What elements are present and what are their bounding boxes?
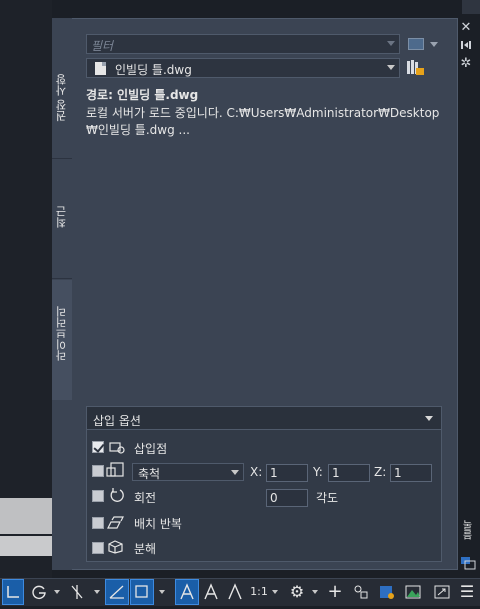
tab-recent[interactable]: 최근: [52, 160, 73, 279]
repeat-placement-label: 배치 반복: [134, 517, 182, 531]
tab-recommendations[interactable]: 권장 사항: [52, 42, 73, 159]
filter-placeholder: 필터: [91, 39, 114, 53]
explode-label: 분해: [134, 542, 157, 556]
rotation-angle-input[interactable]: 0: [266, 489, 308, 507]
scale-value[interactable]: 1:1: [248, 580, 270, 604]
clean-screen-button[interactable]: [432, 580, 452, 604]
rotate-icon: [110, 488, 124, 502]
chevron-down-icon[interactable]: [159, 590, 165, 594]
drawing-area[interactable]: [0, 0, 52, 578]
scale-select-value: 축척: [138, 467, 161, 481]
plus-icon: +: [327, 581, 343, 602]
insert-options-title: 삽입 옵션: [93, 414, 141, 428]
insertion-point-icon: [109, 442, 125, 454]
rotation-label: 회전: [134, 491, 157, 505]
auto-scale-icon: [204, 583, 218, 600]
scale-select[interactable]: 축척: [132, 463, 244, 481]
autohide-icon[interactable]: [460, 40, 472, 50]
angle-label: 각도: [316, 491, 339, 505]
polar-icon: [32, 585, 46, 599]
polar-tracking-button[interactable]: [28, 580, 50, 604]
repeat-placement-icon: [107, 516, 124, 529]
scale-z-label: Z:: [374, 465, 387, 479]
isolate-icon: [354, 585, 368, 599]
rail-top-block: [462, 0, 480, 14]
file-path-label: 경로: 인빌딩 틀.dwg: [86, 88, 199, 102]
workspace-switch-button[interactable]: ⚙: [286, 580, 308, 604]
filter-input[interactable]: 필터: [86, 34, 400, 54]
chevron-down-icon[interactable]: [387, 65, 395, 70]
hamburger-icon: ☰: [459, 582, 475, 601]
object-snap-icon: [135, 585, 148, 598]
chevron-down-icon[interactable]: [430, 42, 438, 47]
close-icon[interactable]: ✕: [459, 20, 473, 35]
annotation-visibility-button[interactable]: [175, 579, 199, 605]
palette-title-bar[interactable]: [458, 18, 480, 570]
thumbnail-view-icon[interactable]: [408, 38, 424, 50]
ortho-l-icon: [7, 586, 19, 598]
isodraft-icon: [71, 585, 83, 599]
hardware-icon: [380, 586, 394, 599]
object-snap-tracking-button[interactable]: [105, 579, 129, 605]
scale-z-input[interactable]: 1: [390, 464, 432, 482]
fullscreen-icon: [434, 585, 450, 599]
chevron-down-icon[interactable]: [425, 416, 433, 421]
chevron-down-icon[interactable]: [54, 590, 60, 594]
insertion-point-label: 삽입점: [134, 442, 168, 456]
snap-tracking-icon: [109, 585, 124, 599]
explode-checkbox[interactable]: [92, 542, 104, 554]
palette-tabs: 권장 사항 최근 라이브러리: [52, 18, 73, 570]
insert-options-header[interactable]: 삽입 옵션: [86, 406, 442, 430]
graphics-performance-button[interactable]: [402, 580, 424, 604]
scale-icon: [106, 462, 124, 477]
annotation-icon: [228, 583, 242, 600]
chevron-down-icon[interactable]: [272, 590, 278, 594]
image-icon: [405, 585, 421, 599]
annotation-scale-button[interactable]: [224, 580, 246, 604]
document-icon: [95, 62, 106, 75]
annotation-monitor-button[interactable]: +: [324, 580, 346, 604]
chevron-down-icon[interactable]: [387, 41, 395, 46]
hardware-acceleration-button[interactable]: [376, 580, 398, 604]
annotation-scale-icon: [180, 583, 194, 600]
blocks-palette-icon: [461, 557, 476, 570]
isolate-objects-button[interactable]: [350, 580, 372, 604]
object-snap-button[interactable]: [130, 579, 154, 605]
chevron-down-icon[interactable]: [312, 590, 318, 594]
tab-library[interactable]: 라이브러리: [52, 280, 72, 400]
library-browse-icon[interactable]: [406, 59, 424, 76]
scale-y-input[interactable]: 1: [328, 464, 370, 482]
rotation-checkbox[interactable]: [92, 490, 104, 502]
chevron-down-icon[interactable]: [231, 470, 239, 475]
loading-message-cont: ₩인빌딩 틀.dwg ...: [86, 123, 190, 137]
scale-y-label: Y:: [313, 465, 323, 479]
insertion-point-checkbox[interactable]: [92, 441, 104, 453]
repeat-placement-checkbox[interactable]: [92, 517, 104, 529]
auto-scale-button[interactable]: [200, 580, 222, 604]
gear-icon: ⚙: [289, 582, 305, 601]
explode-icon: [108, 540, 123, 554]
settings-icon[interactable]: ✲: [459, 56, 473, 71]
scale-x-label: X:: [250, 465, 263, 479]
loading-message: 로컬 서버가 로드 중입니다. C:₩Users₩Administrator₩D…: [86, 106, 440, 120]
model-space-button[interactable]: [2, 579, 24, 605]
palette-vertical-title: 블록: [464, 520, 475, 540]
chevron-down-icon[interactable]: [94, 590, 100, 594]
customization-menu-button[interactable]: ☰: [456, 580, 478, 604]
isodraft-button[interactable]: [66, 580, 88, 604]
scale-x-input[interactable]: 1: [266, 464, 308, 482]
file-select-value: 인빌딩 틀.dwg: [115, 63, 192, 77]
scale-checkbox[interactable]: [92, 465, 104, 477]
file-select[interactable]: 인빌딩 틀.dwg: [86, 58, 400, 78]
